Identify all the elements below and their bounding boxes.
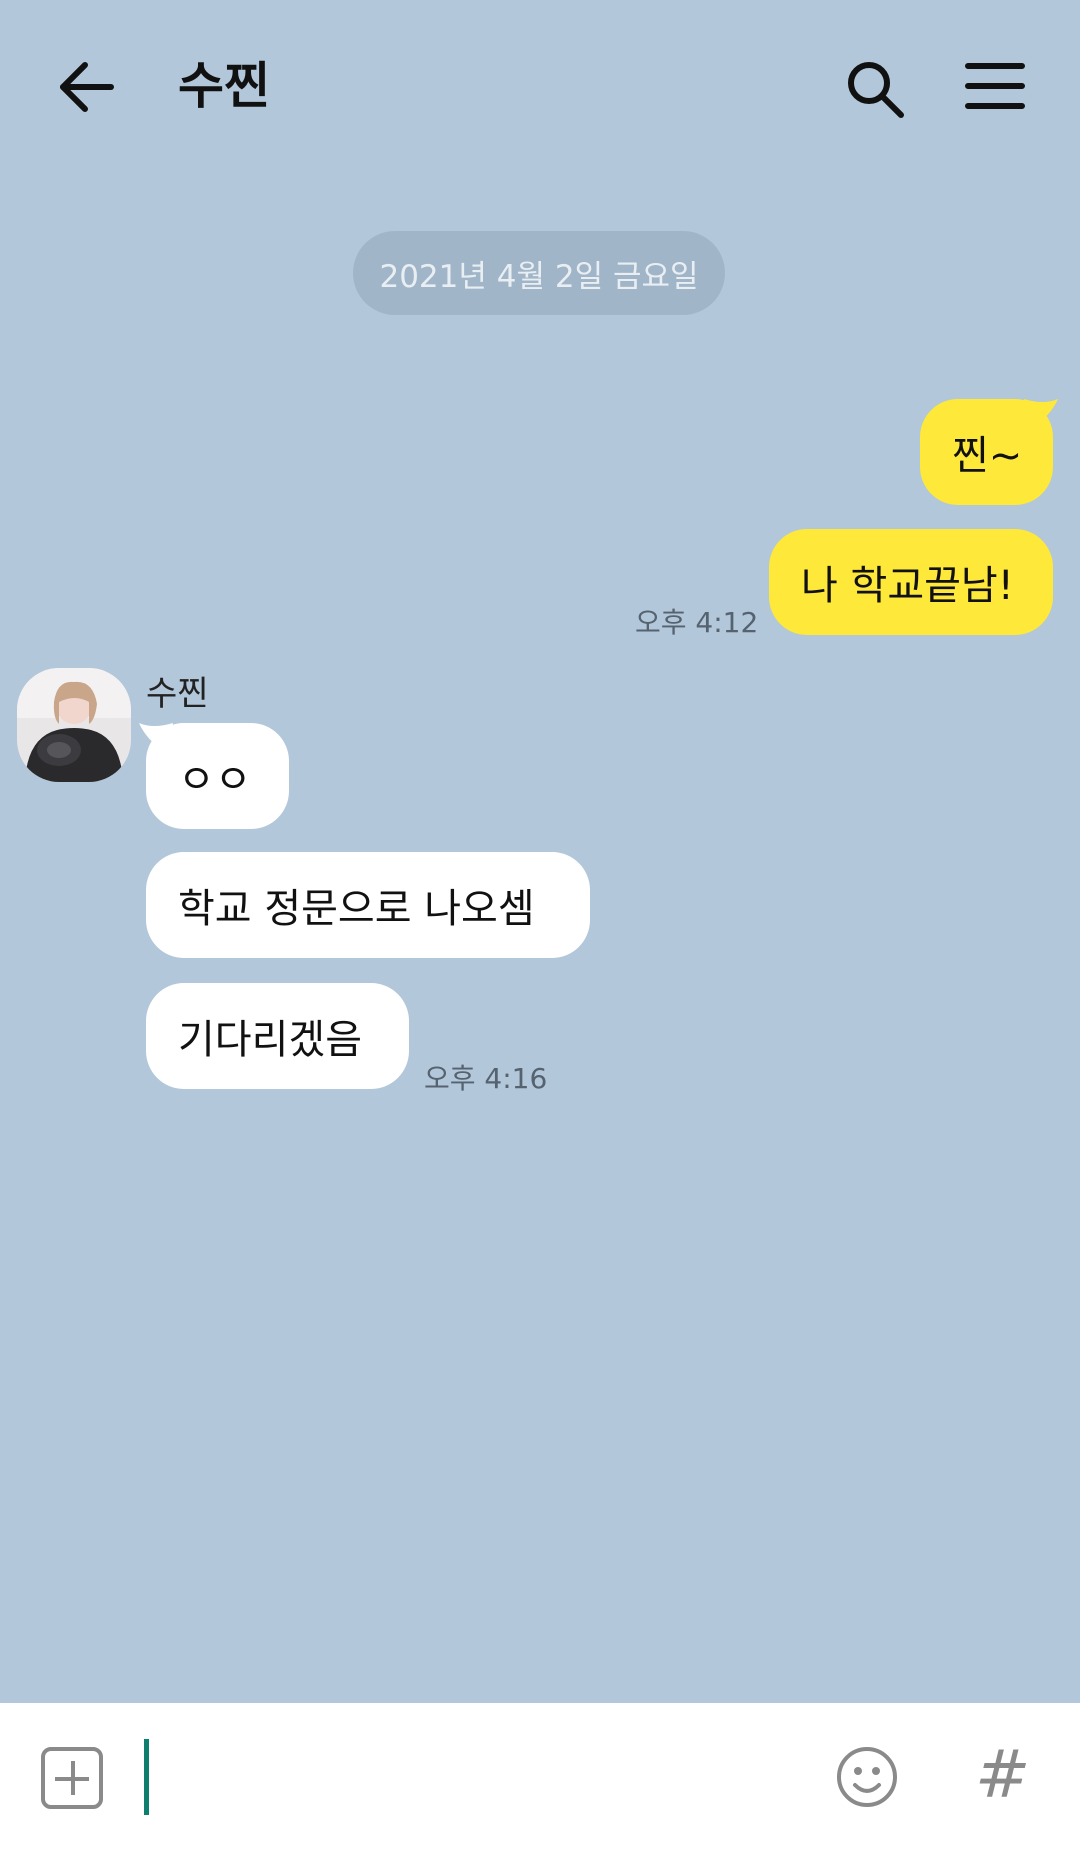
message-timestamp: 오후 4:16 [424,1062,548,1095]
avatar[interactable] [17,668,131,782]
message-timestamp: 오후 4:12 [635,606,759,639]
message-input-bar: # [0,1703,1080,1849]
message-input[interactable] [144,1739,149,1815]
plus-square-icon[interactable] [41,1747,103,1809]
back-button[interactable] [55,55,119,119]
search-button[interactable] [843,57,907,121]
menu-button[interactable] [964,58,1026,114]
message-bubble-sent[interactable]: 찐~ [920,399,1053,505]
search-icon [848,62,904,118]
chat-header: 수찐 [0,0,1080,175]
chat-screen: 수찐 2021년 4월 2일 금요일 찐~ 나 학교끝남! 오후 4:12 수찐… [0,0,1080,1849]
date-divider: 2021년 4월 2일 금요일 [353,231,725,315]
message-bubble-received[interactable]: 학교 정문으로 나오셈 [146,852,590,958]
message-bubble-received[interactable]: 기다리겠음 [146,983,409,1089]
hamburger-menu-icon [965,63,1025,109]
message-bubble-received[interactable]: ㅇㅇ [146,723,289,829]
message-bubble-sent[interactable]: 나 학교끝남! [769,529,1053,635]
smiley-icon [837,1747,897,1807]
emoji-button[interactable] [835,1745,899,1809]
sender-name: 수찐 [146,674,209,714]
arrow-left-icon [60,62,114,112]
profile-photo [17,668,131,782]
hashtag-button[interactable]: # [975,1739,1030,1811]
chat-title: 수찐 [178,57,270,115]
